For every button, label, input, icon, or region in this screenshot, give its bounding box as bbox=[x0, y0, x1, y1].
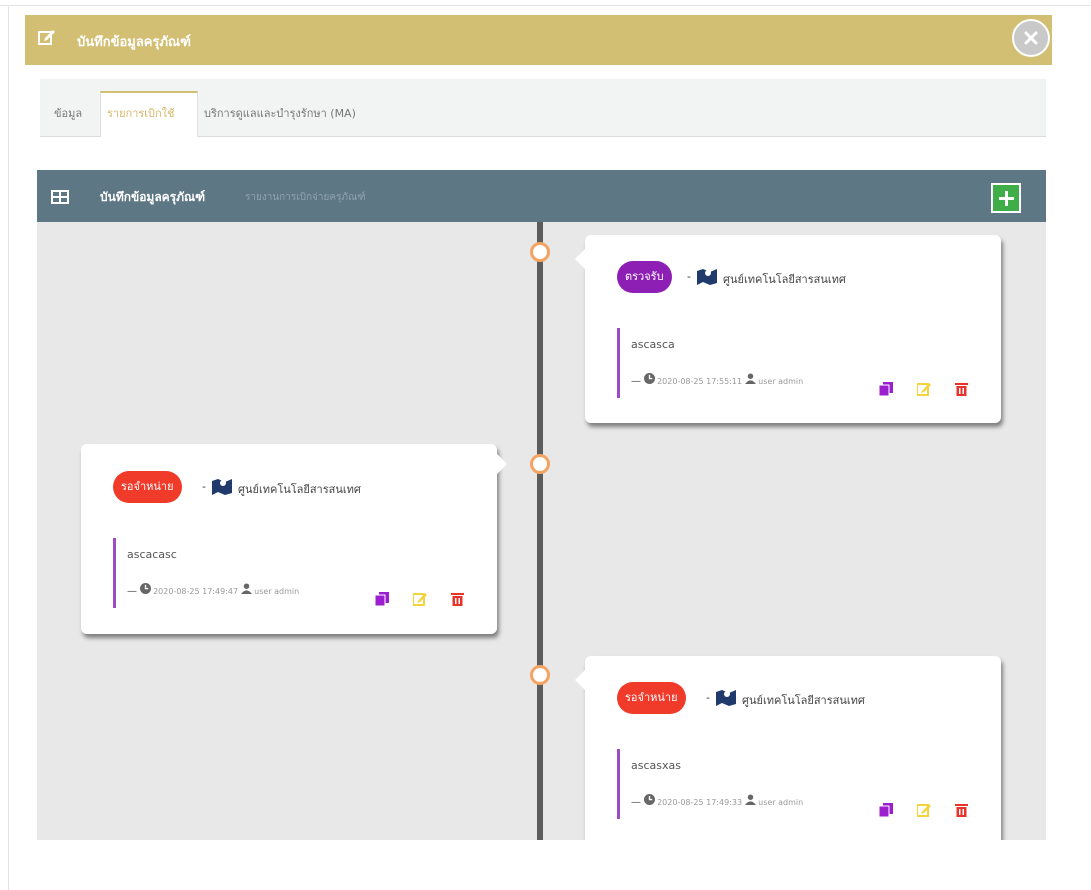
datetime: 2020-08-25 17:49:33 bbox=[657, 798, 743, 807]
timeline-panel: ตรวจรับ - ศูนย์เทคโนโลยีสารสนเทศ ascasca… bbox=[37, 222, 1046, 840]
table-icon bbox=[51, 189, 69, 208]
unit-name: ศูนย์เทคโนโลยีสารสนเทศ bbox=[742, 694, 865, 707]
user-name: user admin bbox=[254, 587, 300, 596]
meta-line: — 2020-08-25 17:49:47 user admin bbox=[127, 583, 299, 597]
trash-icon[interactable] bbox=[451, 591, 465, 606]
tab-withdrawals[interactable]: รายการเบิกใช้ bbox=[100, 91, 198, 137]
user-icon bbox=[744, 373, 759, 386]
unit-name: ศูนย์เทคโนโลยีสารสนเทศ bbox=[723, 273, 846, 286]
status-badge: ตรวจรับ bbox=[617, 261, 672, 293]
edit-icon[interactable] bbox=[916, 802, 931, 817]
user-name: user admin bbox=[758, 798, 804, 807]
map-icon bbox=[212, 477, 232, 499]
window-top-border bbox=[0, 5, 1091, 6]
note-text: ascasxas bbox=[631, 759, 681, 772]
trash-icon[interactable] bbox=[955, 381, 969, 396]
copy-icon[interactable] bbox=[374, 591, 389, 607]
close-icon bbox=[1024, 31, 1038, 45]
timeline-card: รอจำหน่าย - ศูนย์เทคโนโลยีสารสนเทศ ascac… bbox=[81, 444, 507, 634]
add-button[interactable] bbox=[991, 183, 1021, 213]
clock-icon bbox=[643, 794, 658, 807]
panel-header: บันทึกข้อมูลครุภัณฑ์ รายงานการเบิกจ่ายคร… bbox=[37, 170, 1046, 222]
unit-name: ศูนย์เทคโนโลยีสารสนเทศ bbox=[238, 483, 361, 496]
panel-subtitle: รายงานการเบิกจ่ายครุภัณฑ์ bbox=[245, 192, 366, 203]
timeline-card: รอจำหน่าย - ศูนย์เทคโนโลยีสารสนเทศ ascas… bbox=[575, 656, 1001, 840]
edit-icon[interactable] bbox=[412, 591, 427, 606]
timeline-card: ตรวจรับ - ศูนย์เทคโนโลยีสารสนเทศ ascasca… bbox=[575, 235, 1001, 423]
note-text: ascacasc bbox=[127, 548, 177, 561]
tab-bar: ข้อมูล รายการเบิกใช้ บริการดูแลและบำรุงร… bbox=[40, 79, 1046, 137]
timeline-node bbox=[530, 665, 550, 685]
panel-title: บันทึกข้อมูลครุภัณฑ์ bbox=[100, 190, 206, 204]
modal-title: บันทึกข้อมูลครุภัณฑ์ bbox=[77, 35, 191, 50]
copy-icon[interactable] bbox=[878, 381, 893, 397]
close-button[interactable] bbox=[1012, 19, 1050, 57]
timeline-node bbox=[530, 242, 550, 262]
meta-line: — 2020-08-25 17:49:33 user admin bbox=[631, 794, 803, 808]
timeline-node bbox=[530, 454, 550, 474]
edit-square-icon bbox=[37, 27, 57, 51]
datetime: 2020-08-25 17:55:11 bbox=[657, 377, 743, 386]
edit-icon[interactable] bbox=[916, 381, 931, 396]
status-badge: รอจำหน่าย bbox=[113, 471, 182, 503]
map-icon bbox=[716, 688, 736, 710]
clock-icon bbox=[643, 373, 658, 386]
copy-icon[interactable] bbox=[878, 802, 893, 818]
timeline-line bbox=[537, 222, 543, 840]
tab-info[interactable]: ข้อมูล bbox=[48, 91, 88, 137]
status-badge: รอจำหน่าย bbox=[617, 682, 686, 714]
user-name: user admin bbox=[758, 377, 804, 386]
datetime: 2020-08-25 17:49:47 bbox=[153, 587, 239, 596]
meta-line: — 2020-08-25 17:55:11 user admin bbox=[631, 373, 803, 387]
tab-maintenance[interactable]: บริการดูแลและบำรุงรักษา (MA) bbox=[198, 91, 362, 137]
modal-header: บันทึกข้อมูลครุภัณฑ์ bbox=[25, 15, 1052, 65]
user-icon bbox=[240, 583, 255, 596]
user-icon bbox=[744, 794, 759, 807]
clock-icon bbox=[139, 583, 154, 596]
window-left-border bbox=[8, 5, 9, 890]
trash-icon[interactable] bbox=[955, 802, 969, 817]
note-text: ascasca bbox=[631, 338, 675, 351]
map-icon bbox=[697, 267, 717, 289]
